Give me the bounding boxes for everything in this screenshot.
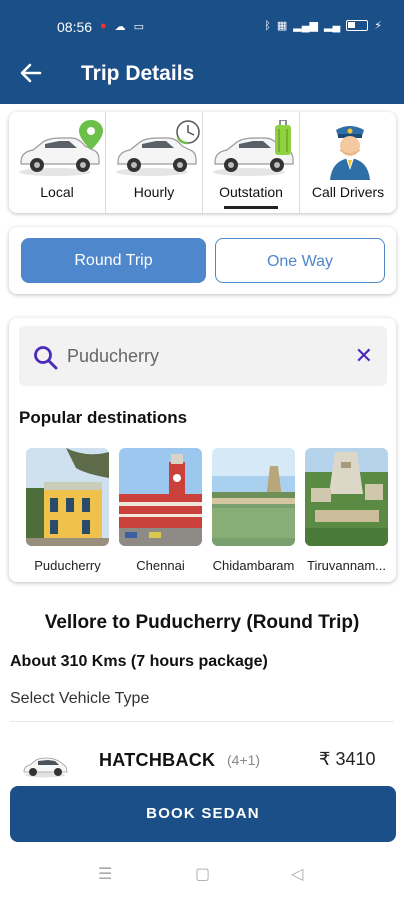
car-clock-icon (116, 120, 200, 176)
system-nav-bar: ☰ ▢ ◁ (0, 850, 404, 900)
app-bar: Trip Details (0, 52, 404, 104)
round-trip-button[interactable]: Round Trip (21, 238, 206, 283)
status-time: 08:56 (57, 19, 93, 35)
destination-caption: Tiruvannam... (307, 558, 386, 572)
destination-caption: Chidambaram (212, 558, 295, 572)
destination-caption: Puducherry (34, 558, 101, 572)
select-vehicle-label: Select Vehicle Type (10, 690, 150, 707)
page-title: Trip Details (81, 62, 195, 85)
sms-icon: ▭ (133, 21, 145, 33)
selected-category-indicator (224, 206, 278, 209)
vehicle-seats: (4+1) (227, 752, 261, 768)
signal-icon: ▂▄▆ (293, 20, 318, 32)
destination-caption: Chennai (136, 558, 185, 572)
cloud-icon: ☁ (114, 21, 126, 33)
category-label: Call Drivers (311, 184, 385, 200)
vehicle-name: HATCHBACK (99, 750, 216, 770)
popular-destinations-heading: Popular destinations (19, 408, 188, 427)
category-label: Hourly (133, 184, 175, 200)
chennai-photo (119, 448, 202, 546)
driver-icon (330, 126, 370, 180)
search-input[interactable]: Puducherry (67, 346, 159, 367)
destination-card[interactable]: Chidambaram (212, 448, 295, 572)
destination-card[interactable]: Tiruvannam... (305, 448, 388, 572)
hatchback-car-icon (23, 757, 68, 778)
notification-dot-icon: ● (100, 20, 107, 32)
status-system-icons: ᛒ ▦ ▂▄▆ ▂▄ ⚡ (264, 19, 382, 33)
category-call-drivers[interactable]: Call Drivers (300, 112, 396, 213)
category-label: Local (40, 184, 74, 200)
home-nav-icon[interactable]: ▢ (195, 864, 210, 884)
chidambaram-photo (212, 448, 295, 546)
divider (10, 721, 394, 722)
category-outstation[interactable]: Outstation (203, 112, 300, 213)
tiruvannamalai-photo (305, 448, 388, 546)
destination-search[interactable]: Puducherry ✕ (19, 326, 387, 386)
car-location-icon (19, 120, 103, 176)
puducherry-photo (26, 448, 109, 546)
destination-panel: Puducherry ✕ Popular destinations Puduch… (9, 318, 396, 582)
clear-icon[interactable]: ✕ (355, 343, 373, 369)
vehicle-option-hatchback[interactable]: HATCHBACK (4+1) ₹ 3410 (0, 730, 404, 785)
back-arrow-icon[interactable] (20, 62, 42, 88)
route-title: Vellore to Puducherry (Round Trip) (44, 612, 360, 633)
trip-distance: About 310 Kms (7 hours package) (10, 653, 268, 670)
category-hourly[interactable]: Hourly (106, 112, 203, 213)
one-way-button[interactable]: One Way (215, 238, 385, 283)
ride-category-panel: Local Hourly Outstation Call Drivers (9, 112, 396, 213)
bluetooth-icon: ᛒ (264, 19, 271, 32)
vehicle-price: ₹ 3410 (319, 749, 376, 769)
battery-icon (346, 20, 369, 31)
trip-type-panel: Round Trip One Way (9, 227, 396, 294)
back-nav-icon[interactable]: ◁ (291, 864, 303, 884)
search-icon (33, 345, 59, 376)
menu-nav-icon[interactable]: ☰ (98, 864, 112, 884)
status-bar: 08:56 ● ☁ ▭ ᛒ ▦ ▂▄▆ ▂▄ ⚡ (0, 0, 404, 52)
destination-card[interactable]: Chennai (119, 448, 202, 572)
destination-carousel: Puducherry Chennai Chidambaram Tiruvanna… (26, 448, 396, 572)
destination-card[interactable]: Puducherry (26, 448, 109, 572)
category-local[interactable]: Local (9, 112, 106, 213)
charging-icon: ⚡ (374, 20, 382, 32)
status-notification-icons: ● ☁ ▭ (100, 20, 144, 33)
category-label: Outstation (219, 184, 283, 200)
hd-icon: ▦ (276, 20, 288, 32)
book-sedan-button[interactable]: BOOK SEDAN (10, 786, 396, 842)
signal-2-icon: ▂▄ (324, 20, 341, 32)
car-luggage-icon (213, 120, 294, 176)
